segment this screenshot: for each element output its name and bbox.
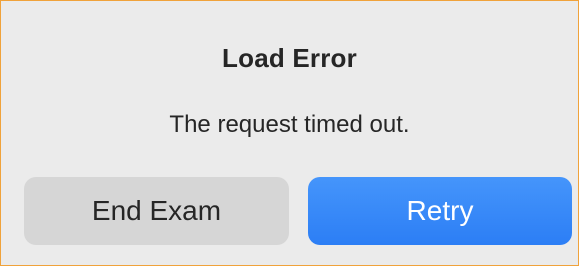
window-frame: Load Error The request timed out. End Ex… bbox=[0, 0, 579, 266]
retry-button[interactable]: Retry bbox=[308, 177, 572, 245]
end-exam-button[interactable]: End Exam bbox=[24, 177, 289, 245]
dialog-title: Load Error bbox=[222, 43, 357, 73]
dialog-message: The request timed out. bbox=[169, 111, 410, 138]
error-dialog: Load Error The request timed out. End Ex… bbox=[1, 1, 578, 265]
